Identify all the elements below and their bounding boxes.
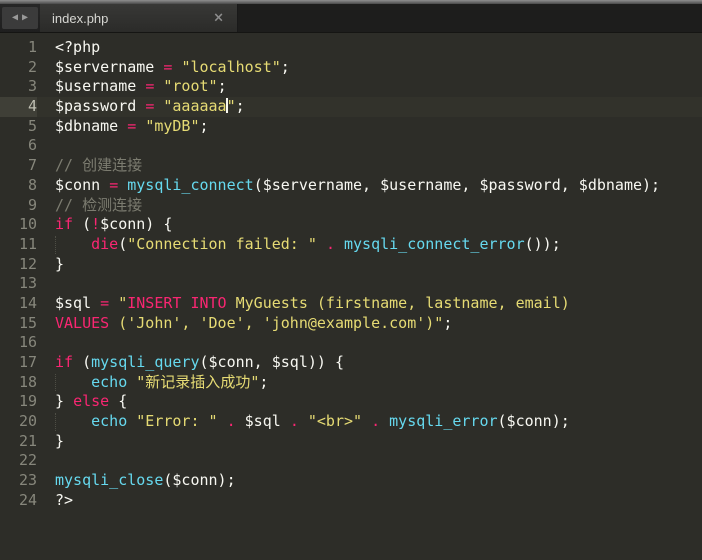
line-number: 21 — [18, 431, 37, 450]
line-number: 7 — [27, 156, 37, 175]
nav-forward-icon[interactable]: ▶ — [22, 13, 28, 23]
code-line[interactable]: 23 mysqli_close($conn); — [0, 471, 702, 491]
code-line-content: die("Connection failed: " . mysqli_conne… — [37, 235, 702, 255]
line-number: 22 — [18, 451, 37, 470]
code-line[interactable]: 20 echo "Error: " . $sql . "<br>" . mysq… — [0, 412, 702, 432]
line-number: 8 — [27, 175, 37, 194]
code-line[interactable]: 5 $dbname = "myDB"; — [0, 117, 702, 137]
code-line-content: echo "Error: " . $sql . "<br>" . mysqli_… — [37, 412, 702, 432]
code-line-content: $conn = mysqli_connect($servername, $use… — [55, 175, 661, 194]
code-line-content: $dbname = "myDB"; — [55, 116, 209, 135]
code-line-content: $sql = "INSERT INTO MyGuests (firstname,… — [55, 293, 570, 312]
code-line-content: if (!$conn) { — [55, 215, 173, 234]
line-number: 13 — [18, 274, 37, 293]
line-number: 16 — [18, 333, 37, 352]
line-number: 10 — [18, 215, 37, 234]
code-line[interactable]: 10 if (!$conn) { — [0, 215, 702, 235]
line-number: 1 — [27, 38, 37, 56]
code-line-content — [37, 136, 702, 156]
line-number: 20 — [18, 412, 37, 431]
code-line[interactable]: 7 // 创建连接 — [0, 156, 702, 176]
code-line[interactable]: 15 VALUES ('John', 'Doe', 'john@example.c… — [0, 314, 702, 334]
code-line-content: $password = "aaaaaa"; — [55, 97, 245, 116]
tab-close-icon[interactable]: × — [213, 12, 224, 25]
line-number: 9 — [27, 195, 37, 214]
line-number: 6 — [27, 136, 37, 155]
code-line-content — [37, 451, 702, 471]
code-line-content: } — [55, 254, 65, 273]
code-line[interactable]: 13 — [0, 274, 702, 294]
indent-guide — [55, 413, 56, 431]
code-line-content: // 创建连接 — [55, 156, 143, 175]
code-line[interactable]: 17 if (mysqli_query($conn, $sql)) { — [0, 353, 702, 373]
line-number: 3 — [27, 77, 37, 96]
tab-index-php[interactable]: index.php × — [40, 4, 238, 32]
code-line[interactable]: 19 } else { — [0, 392, 702, 412]
code-line[interactable]: 24 ?> — [0, 491, 702, 511]
code-line-content: } else { — [55, 392, 128, 411]
indent-guide — [55, 235, 56, 254]
line-number: 5 — [27, 116, 37, 135]
code-line[interactable]: 22 — [0, 451, 702, 471]
code-line[interactable]: 16 — [0, 333, 702, 353]
code-line-content — [37, 333, 702, 353]
line-number: 17 — [18, 353, 37, 371]
code-line-content: <?php — [55, 38, 101, 56]
tab-title: index.php — [52, 10, 109, 26]
tab-bar-empty-area — [238, 4, 702, 32]
code-line-content: } — [55, 431, 65, 450]
tab-bar: ◀ ▶ index.php × — [0, 4, 702, 33]
code-line-content: // 检测连接 — [55, 195, 143, 214]
code-line-content: $servername = "localhost"; — [55, 57, 290, 76]
code-line-content: VALUES ('John', 'Doe', 'john@example.com… — [55, 313, 453, 332]
code-line-content: echo "新记录插入成功"; — [37, 373, 702, 393]
code-line-content — [37, 274, 702, 294]
code-line[interactable]: 18 echo "新记录插入成功"; — [0, 373, 702, 393]
indent-guide — [55, 373, 56, 392]
code-editor[interactable]: 1 <?php 2 $servername = "localhost"; 3 $usern… — [0, 33, 702, 511]
nav-back-icon[interactable]: ◀ — [12, 13, 18, 23]
code-line[interactable]: 8 $conn = mysqli_connect($servername, $us… — [0, 176, 702, 196]
line-number: 15 — [18, 313, 37, 332]
line-number: 24 — [18, 490, 37, 509]
code-line[interactable]: 3 $username = "root"; — [0, 77, 702, 97]
code-line[interactable]: 4 $password = "aaaaaa"; — [0, 97, 702, 117]
line-number: 19 — [18, 392, 37, 411]
line-number: 18 — [18, 372, 37, 391]
code-line[interactable]: 21} — [0, 432, 702, 452]
line-number: 12 — [18, 254, 37, 273]
code-line[interactable]: 6 — [0, 136, 702, 156]
line-number: 2 — [27, 57, 37, 76]
code-line[interactable]: 1 <?php — [0, 38, 702, 58]
line-number: 14 — [18, 293, 37, 312]
code-line-content: if (mysqli_query($conn, $sql)) { — [55, 353, 344, 371]
code-line-content: ?> — [55, 490, 74, 509]
line-number: 11 — [18, 234, 37, 253]
code-line[interactable]: 11 die("Connection failed: " . mysqli_co… — [0, 235, 702, 255]
code-line-content: mysqli_close($conn); — [55, 471, 236, 490]
line-number: 4 — [0, 97, 37, 117]
code-line-content: $username = "root"; — [55, 77, 227, 96]
editor-window: ◀ ▶ index.php × 1 <?php 2 $servername = "lo… — [0, 0, 702, 560]
code-line[interactable]: 14 $sql = "INSERT INTO MyGuests (firstnam… — [0, 294, 702, 314]
code-line[interactable]: 9 // 检测连接 — [0, 196, 702, 216]
code-line[interactable]: 12} — [0, 255, 702, 275]
tab-nav-controls[interactable]: ◀ ▶ — [2, 7, 38, 29]
code-line[interactable]: 2 $servername = "localhost"; — [0, 58, 702, 78]
line-number: 23 — [18, 471, 37, 490]
